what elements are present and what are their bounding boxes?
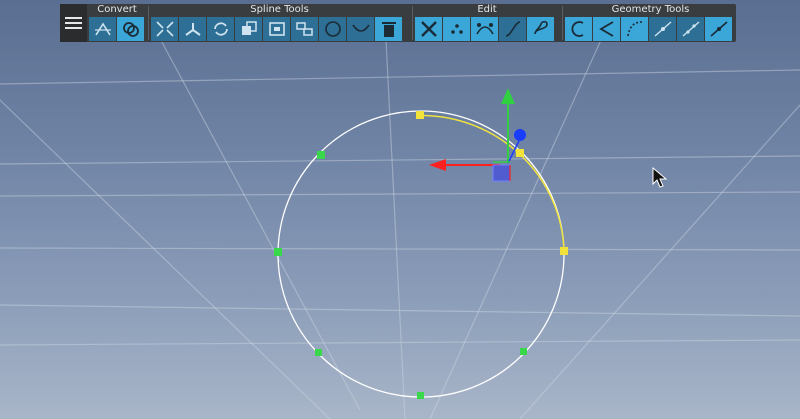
convert-to-spline-icon (94, 22, 111, 36)
convert-group: Convert (89, 4, 145, 42)
linear-button[interactable] (499, 17, 526, 41)
loop-button[interactable] (527, 17, 554, 41)
straighten-button[interactable] (705, 17, 732, 41)
close-curve-icon (571, 21, 583, 37)
spline-knots[interactable] (274, 111, 568, 399)
dashed-curve-icon (626, 21, 642, 37)
group-separator (148, 6, 149, 40)
gizmo-y-arrow-icon (501, 88, 515, 104)
circle-icon (324, 21, 341, 37)
align-icon (654, 21, 671, 37)
close-curve-button[interactable] (565, 17, 592, 41)
dashed-curve-button[interactable] (621, 17, 648, 41)
cut-button[interactable] (415, 17, 442, 41)
bezier-handles-button[interactable] (471, 17, 498, 41)
align-button[interactable] (649, 17, 676, 41)
knot-selected-upper-right (516, 149, 524, 157)
snap-button[interactable] (291, 17, 318, 41)
snap-icon (295, 22, 313, 36)
edit-group: Edit (415, 4, 559, 42)
reverse-spline-button[interactable] (207, 17, 234, 41)
gizmo-center-cube (492, 164, 511, 182)
convert-to-spline-button[interactable] (89, 17, 116, 41)
arc-button[interactable] (347, 17, 374, 41)
knot-bottom (417, 392, 424, 399)
knot-selected-right (560, 247, 568, 255)
split-knots-button[interactable] (151, 17, 178, 41)
knot-selected-top (416, 111, 424, 119)
points-icon (450, 24, 463, 34)
stretch-button[interactable] (677, 17, 704, 41)
duplicate-icon (241, 21, 257, 35)
cut-icon (420, 21, 437, 37)
join-spline-icon (184, 23, 201, 36)
circle-button[interactable] (319, 17, 346, 41)
duplicate-button[interactable] (235, 17, 262, 41)
group-separator (412, 6, 413, 40)
join-spline-button[interactable] (179, 17, 206, 41)
spline-toolbar: Convert Spline Tools Edit Geometry Tools (60, 4, 736, 42)
transform-gizmo[interactable] (429, 88, 526, 182)
bezier-handles-icon (475, 23, 494, 35)
split-knots-icon (155, 21, 174, 37)
3d-viewport[interactable] (0, 0, 800, 419)
points-button[interactable] (443, 17, 470, 41)
knot-left (274, 248, 282, 256)
spline-tools-group-label: Spline Tools (250, 4, 309, 15)
knot-upper-left (317, 151, 325, 159)
mouse-cursor-icon (652, 167, 668, 188)
loop-icon (533, 20, 548, 35)
corner-button[interactable] (593, 17, 620, 41)
delete-button[interactable] (375, 17, 402, 41)
convert-group-label: Convert (97, 4, 137, 15)
spline-tools-group: Spline Tools (151, 4, 408, 42)
straighten-icon (709, 21, 728, 37)
corner-icon (598, 21, 613, 37)
linear-icon (505, 21, 520, 37)
frame-icon (268, 22, 285, 36)
geometry-tools-group: Geometry Tools (565, 4, 736, 42)
convert-to-mesh-button[interactable] (117, 17, 144, 41)
knot-lower-left (315, 349, 322, 356)
gizmo-x-arrow-icon (429, 159, 446, 171)
edit-group-label: Edit (477, 4, 497, 15)
hamburger-menu-icon[interactable] (60, 4, 87, 42)
reverse-spline-icon (213, 22, 228, 36)
gizmo-z-handle-icon (514, 129, 526, 141)
delete-icon (381, 22, 396, 37)
frame-button[interactable] (263, 17, 290, 41)
stretch-icon (682, 21, 699, 37)
group-separator (562, 6, 563, 40)
convert-to-mesh-icon (122, 22, 139, 37)
selected-spline-segment (419, 114, 565, 252)
grid-lines (0, 19, 800, 419)
knot-lower-right (520, 348, 527, 355)
geometry-tools-group-label: Geometry Tools (611, 4, 690, 15)
arc-icon (351, 24, 370, 32)
